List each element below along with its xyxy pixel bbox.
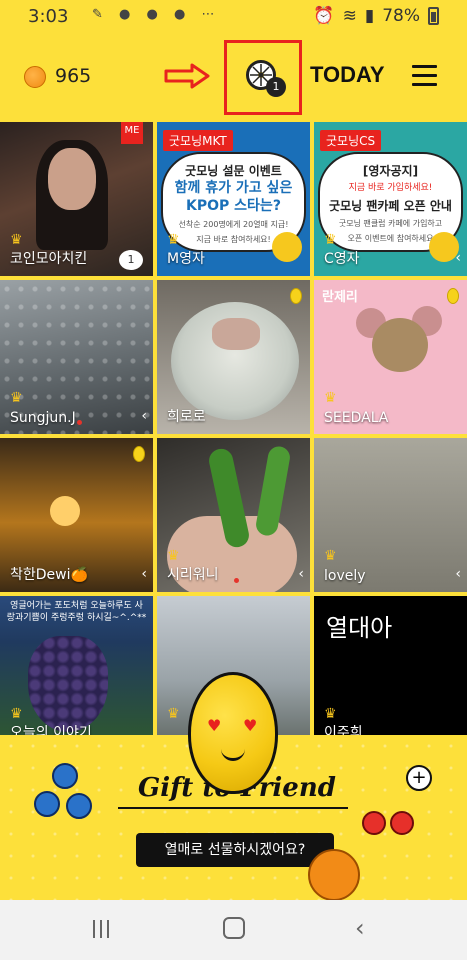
- promo-line: 선착순 200명에게 20열매 지급!: [178, 220, 289, 229]
- promo-line: [영자공지]: [362, 164, 419, 178]
- photo-content: [212, 318, 260, 350]
- status-time: 3:03: [28, 6, 69, 27]
- today-button[interactable]: TODAY: [310, 62, 385, 88]
- status-right: ⏰ ≋ ▮ 78%: [313, 6, 439, 26]
- nav-bar: ‹: [0, 900, 467, 960]
- tile-author: 희로로: [167, 409, 206, 425]
- red-dot: [233, 578, 239, 583]
- crown-icon: ♛: [167, 706, 180, 722]
- heart-eye-icon: ♥: [243, 716, 258, 735]
- tile-author: M영자: [167, 251, 205, 267]
- arrow-right-icon: [164, 63, 210, 89]
- lemon-icon: [133, 446, 145, 462]
- tile-author: SEEDALA: [324, 410, 389, 426]
- hamburger-menu-icon[interactable]: [412, 65, 437, 87]
- lemon-mascot-icon: ♥ ♥: [188, 672, 278, 794]
- notification-icons: ✎ ● ● ● ⋯: [92, 7, 221, 22]
- feed-tile[interactable]: 희로로: [157, 280, 310, 434]
- chevron-left-icon: ‹: [298, 566, 304, 582]
- crown-icon: ♛: [324, 706, 337, 722]
- crown-icon: ♛: [324, 548, 337, 564]
- coin-count: 965: [55, 65, 92, 87]
- gift-underline: [118, 807, 348, 809]
- photo-content: [254, 444, 292, 538]
- me-badge: ME: [121, 122, 143, 144]
- lemon-icon: [290, 288, 302, 304]
- tile-author: 시리워니: [167, 567, 219, 583]
- feed-tile[interactable]: 굿모닝CS [영자공지] 지금 바로 가입하세요! 굿모닝 팬카페 오픈 안내 …: [314, 122, 467, 276]
- orange-mascot-icon: [308, 849, 360, 901]
- status-bar: 3:03 ✎ ● ● ● ⋯ ⏰ ≋ ▮ 78%: [0, 0, 467, 32]
- promo-line: 지금 바로 가입하세요!: [348, 183, 433, 193]
- photo-content: [28, 636, 108, 732]
- crown-icon: ♛: [10, 232, 23, 248]
- crown-icon: ♛: [324, 390, 337, 406]
- feed-tile[interactable]: ♛ Sungjun.J ‹: [0, 280, 153, 434]
- feed-tile[interactable]: 영글어가는 포도처럼 오늘하루도 사랑과기쁨이 주렁주렁 하시길~^.^** ♛…: [0, 596, 153, 750]
- heart-eye-icon: ♥: [207, 716, 222, 735]
- coin-icon: [24, 66, 46, 88]
- feed-tile[interactable]: 란제리 ♛ SEEDALA: [314, 280, 467, 434]
- chevron-left-icon: ‹: [455, 250, 461, 266]
- red-dot: [76, 420, 82, 425]
- promo-line: 함께 휴가 가고 싶은: [174, 180, 293, 196]
- crown-icon: ♛: [324, 232, 337, 248]
- tile-tag: 굿모닝CS: [320, 130, 382, 151]
- crown-icon: ♛: [167, 232, 180, 248]
- feed-tile[interactable]: ♛ lovely ‹: [314, 438, 467, 592]
- promo-line: 굿모닝 설문 이벤트: [185, 164, 282, 178]
- wheel-badge: 1: [266, 77, 286, 97]
- chevron-left-icon: ‹: [141, 408, 147, 424]
- tile-author: C영자: [324, 251, 360, 267]
- photo-content: [50, 496, 80, 526]
- crown-icon: ♛: [167, 548, 180, 564]
- recent-apps-icon[interactable]: [93, 920, 113, 938]
- feed-tile[interactable]: ♛ 시리워니 ‹: [157, 438, 310, 592]
- photo-content: [372, 318, 428, 372]
- crown-icon: ♛: [10, 706, 23, 722]
- feed-tile[interactable]: 굿모닝MKT 굿모닝 설문 이벤트 함께 휴가 가고 싶은 KPOP 스타는? …: [157, 122, 310, 276]
- wifi-icon: ≋: [342, 6, 357, 26]
- gift-button[interactable]: 열매로 선물하시겠어요?: [136, 833, 334, 867]
- promo-line: KPOP 스타는?: [186, 198, 281, 214]
- tile-author: 착한Dewi🍊: [10, 567, 88, 583]
- tile-caption: 영글어가는 포도처럼 오늘하루도 사랑과기쁨이 주렁주렁 하시길~^.^**: [6, 601, 147, 623]
- feed-grid: ME ♛ 코인모아치킨 1 굿모닝MKT 굿모닝 설문 이벤트 함께 휴가 가고…: [0, 122, 467, 750]
- chevron-left-icon: ‹: [141, 566, 147, 582]
- blueberry-icon: [34, 763, 98, 827]
- alarm-icon: ⏰: [313, 6, 335, 26]
- mascot-icon: [272, 232, 302, 262]
- tile-author: 코인모아치킨: [10, 251, 88, 267]
- promo-line: 굿모닝 팬클럽 카페에 가입하고: [338, 219, 443, 228]
- photo-content: [48, 148, 96, 210]
- tile-big-text: 열대아: [326, 614, 393, 642]
- tile-author: Sungjun.J: [10, 410, 76, 426]
- home-icon[interactable]: [223, 917, 245, 939]
- signal-icon: ▮: [364, 6, 375, 26]
- tile-tag: 굿모닝MKT: [163, 130, 233, 151]
- add-icon: +: [406, 765, 432, 791]
- tile-label: 란제리: [322, 290, 358, 305]
- mouth: [221, 749, 245, 761]
- battery-percent: 78%: [382, 6, 420, 26]
- tile-author: lovely: [324, 568, 366, 584]
- feed-tile[interactable]: 착한Dewi🍊 ‹: [0, 438, 153, 592]
- app-header: 965 1 TODAY: [0, 32, 467, 122]
- chevron-left-icon: ‹: [455, 566, 461, 582]
- battery-icon: [428, 7, 439, 25]
- comment-count: 1: [119, 250, 143, 270]
- feed-tile[interactable]: 열대아 ♛ 이주희: [314, 596, 467, 750]
- promo-line: 굿모닝 팬카페 오픈 안내: [329, 199, 452, 213]
- back-icon[interactable]: ‹: [355, 914, 365, 942]
- crown-icon: ♛: [10, 390, 23, 406]
- feed-tile[interactable]: ME ♛ 코인모아치킨 1: [0, 122, 153, 276]
- lemon-icon: [447, 288, 459, 304]
